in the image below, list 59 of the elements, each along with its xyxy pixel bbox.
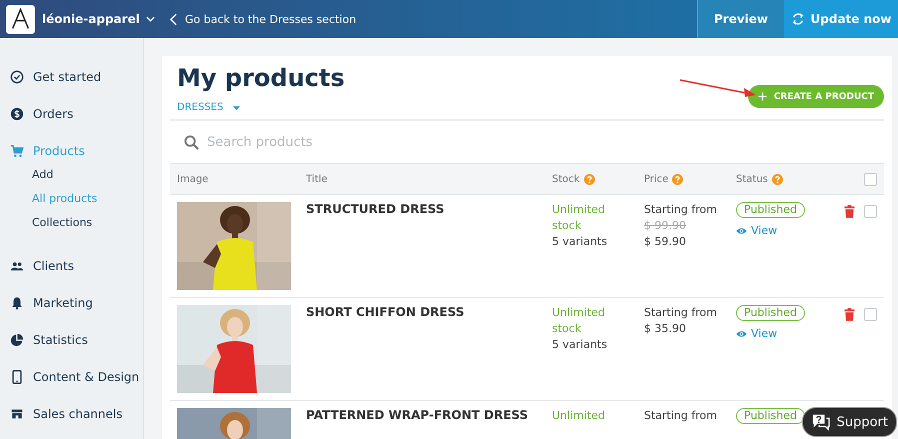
- sync-icon[interactable]: [790, 12, 805, 26]
- price-label: Starting from: [644, 305, 718, 321]
- help-icon[interactable]: [772, 174, 783, 184]
- store-switcher[interactable]: léonie-apparel: [42, 12, 140, 26]
- dollar-icon: [10, 106, 24, 120]
- price-label: Starting from: [644, 202, 718, 218]
- stock-status: Unlimited stock: [552, 305, 606, 337]
- nav-item[interactable]: Orders: [0, 95, 143, 132]
- chevron-down-icon[interactable]: [146, 16, 155, 22]
- cart-icon: [10, 144, 24, 158]
- column-header: Title: [306, 174, 328, 184]
- logo-icon: [6, 4, 35, 34]
- help-icon[interactable]: [584, 174, 595, 184]
- chevron-left-icon[interactable]: [170, 12, 177, 26]
- help-icon[interactable]: [672, 174, 684, 184]
- product-title[interactable]: SHORT CHIFFON DRESS: [299, 305, 545, 400]
- check-circle-icon: [10, 70, 24, 84]
- pie-chart-icon: [10, 332, 24, 346]
- nav-item[interactable]: Marketing: [0, 284, 143, 321]
- nav-item[interactable]: Get started: [0, 58, 143, 95]
- nav-item[interactable]: Statistics: [0, 321, 143, 358]
- row-checkbox[interactable]: [864, 308, 877, 321]
- select-all-checkbox[interactable]: [864, 172, 877, 186]
- delete-icon[interactable]: [844, 308, 855, 321]
- price-label: Starting from: [644, 408, 718, 424]
- variant-count: 5 variants: [552, 234, 608, 250]
- product-price: $ 59.90: [644, 234, 687, 250]
- eye-icon[interactable]: [736, 330, 747, 338]
- eye-icon[interactable]: [736, 226, 747, 234]
- product-title[interactable]: PATTERNED WRAP-FRONT DRESS: [299, 408, 545, 439]
- nav-item[interactable]: Content & Design: [0, 358, 143, 395]
- store-icon: [10, 406, 24, 420]
- column-header: Stock: [552, 174, 580, 184]
- phone-icon: [10, 370, 24, 384]
- back-link[interactable]: Go back to the Dresses section: [158, 12, 356, 26]
- status-badge: Published: [736, 202, 805, 218]
- stock-status: Unlimited: [552, 408, 606, 424]
- column-header: Price: [644, 174, 668, 184]
- plus-icon[interactable]: [758, 92, 767, 101]
- page-title: My products: [177, 64, 345, 92]
- support-button[interactable]: Support: [802, 407, 897, 437]
- product-price: $ 35.90: [644, 321, 687, 337]
- nav-subitem[interactable]: Collections: [0, 211, 143, 235]
- column-header: Image: [177, 174, 208, 184]
- variant-count: 5 variants: [552, 337, 608, 353]
- status-badge: Published: [736, 305, 805, 321]
- product-title[interactable]: STRUCTURED DRESS: [299, 202, 545, 297]
- stock-status: Unlimited stock: [552, 202, 606, 234]
- nav-item[interactable]: Clients: [0, 247, 143, 284]
- delete-icon[interactable]: [844, 205, 855, 218]
- column-header: Status: [736, 174, 768, 184]
- caret-down-icon[interactable]: [232, 104, 242, 110]
- nav-item[interactable]: Sales channels: [0, 395, 143, 432]
- row-checkbox[interactable]: [864, 205, 877, 218]
- bell-icon: [10, 296, 24, 310]
- search-icon: [184, 134, 199, 150]
- chat-help-icon[interactable]: [810, 413, 831, 431]
- original-price: $ 99.90: [644, 218, 687, 234]
- preview-button[interactable]: Preview: [697, 0, 784, 38]
